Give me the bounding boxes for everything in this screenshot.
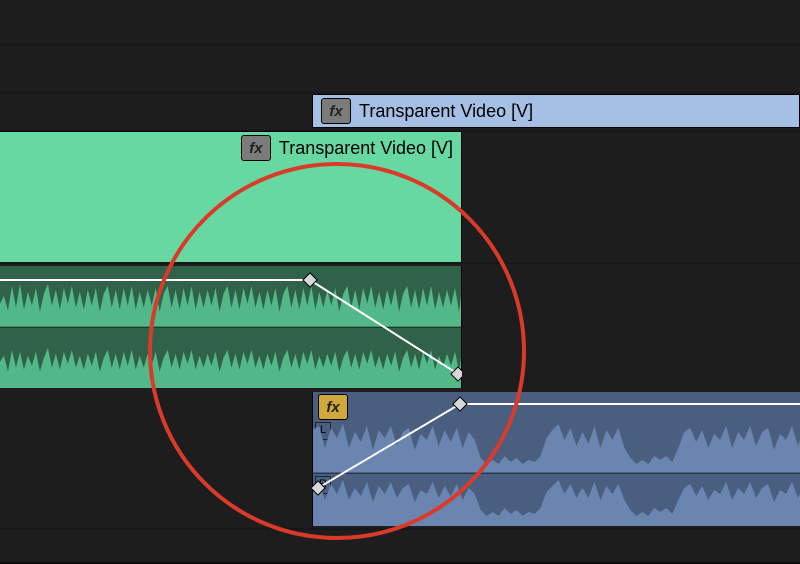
audio-channel-left[interactable]: [0, 266, 461, 327]
waveform-icon: [313, 420, 800, 472]
waveform-icon: [313, 474, 800, 526]
audio-channel-right[interactable]: [0, 327, 461, 389]
track-separator: [0, 528, 800, 530]
track-separator: [0, 44, 800, 46]
video-clip-v2[interactable]: fx Transparent Video [V]: [312, 94, 800, 128]
audio-clip-a1[interactable]: [0, 266, 462, 388]
audio-channel-right[interactable]: R: [313, 473, 800, 526]
video-clip-v1[interactable]: fx Transparent Video [V]: [0, 131, 462, 262]
waveform-icon: [0, 328, 461, 389]
clip-label: Transparent Video [V]: [359, 101, 533, 122]
clip-label: Transparent Video [V]: [279, 138, 453, 159]
fx-badge-icon[interactable]: fx: [318, 394, 348, 420]
waveform-icon: [0, 266, 461, 327]
audio-clip-a2[interactable]: L R: [312, 392, 800, 526]
audio-channel-left[interactable]: L: [313, 420, 800, 472]
fx-badge-icon[interactable]: fx: [321, 98, 351, 124]
timeline-panel[interactable]: fx Transparent Video [V] fx Transparent …: [0, 0, 800, 564]
track-separator: [0, 262, 800, 264]
fx-badge-icon[interactable]: fx: [241, 135, 271, 161]
